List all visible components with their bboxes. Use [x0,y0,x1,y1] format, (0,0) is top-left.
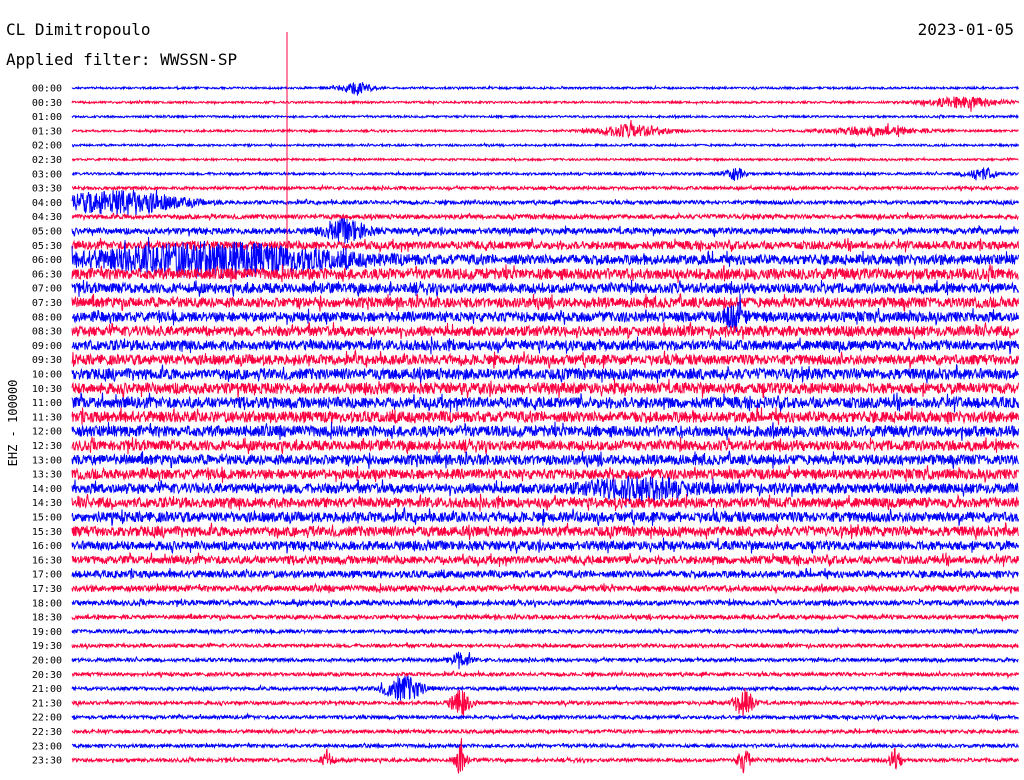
row-label-1000: 10:00 [32,370,62,381]
trace-2330 [71,738,1019,774]
row-label-0330: 03:30 [32,184,62,195]
row-label-1230: 12:30 [32,441,62,452]
trace-1100 [71,391,1019,413]
row-label-0300: 03:00 [32,169,62,180]
trace-2030 [71,669,1019,680]
trace-1900 [71,626,1019,636]
row-label-0030: 00:30 [32,98,62,109]
row-label-1730: 17:30 [32,584,62,595]
trace-1130 [71,406,1019,425]
row-label-2200: 22:00 [32,713,62,724]
row-label-0900: 09:00 [32,341,62,352]
row-label-0600: 06:00 [32,255,62,266]
row-label-0100: 01:00 [32,112,62,123]
trace-0000 [71,81,1019,96]
trace-0900 [71,336,1019,355]
row-label-1930: 19:30 [32,641,62,652]
row-label-1400: 14:00 [32,484,62,495]
row-label-2130: 21:30 [32,698,62,709]
row-label-1900: 19:00 [32,627,62,638]
trace-0030 [71,95,1019,112]
trace-0200 [71,141,1019,149]
trace-1930 [71,641,1019,650]
row-label-1030: 10:30 [32,384,62,395]
row-label-0200: 02:00 [32,141,62,152]
row-label-2230: 22:30 [32,727,62,738]
trace-1530 [71,522,1019,540]
row-label-0000: 00:00 [32,84,62,95]
row-label-0530: 05:30 [32,241,62,252]
trace-0500 [71,218,1019,244]
row-label-0430: 04:30 [32,212,62,223]
trace-0730 [71,292,1019,312]
row-label-0830: 08:30 [32,327,62,338]
helicorder-plot: 00:00 00:30 01:00 01:30 02:00 02:30 03:00 03:30… [32,32,1019,774]
row-label-1100: 11:00 [32,398,62,409]
trace-0130 [71,120,1019,139]
row-label-1530: 15:30 [32,527,62,538]
trace-1300 [71,450,1019,469]
row-label-0930: 09:30 [32,355,62,366]
trace-0300 [71,166,1019,181]
trace-1700 [71,567,1019,580]
trace-0430 [71,211,1019,222]
row-label-1800: 18:00 [32,598,62,609]
trace-2000 [71,651,1019,670]
trace-1430 [71,493,1019,512]
trace-0830 [71,322,1019,340]
row-label-0630: 06:30 [32,269,62,280]
row-label-2030: 20:30 [32,670,62,681]
trace-0930 [71,349,1019,369]
row-label-0130: 01:30 [32,126,62,137]
row-label-1830: 18:30 [32,613,62,624]
row-label-1500: 15:00 [32,513,62,524]
trace-0400 [71,189,1019,216]
trace-2230 [71,727,1019,736]
row-label-2330: 23:30 [32,756,62,767]
trace-1800 [71,597,1019,609]
trace-2100 [71,675,1019,701]
trace-0230 [71,155,1019,163]
trace-1200 [71,421,1019,441]
trace-1730 [71,582,1019,594]
trace-2300 [71,741,1019,750]
row-label-1430: 14:30 [32,498,62,509]
trace-0700 [71,279,1019,297]
row-label-1700: 17:00 [32,570,62,581]
row-label-1600: 16:00 [32,541,62,552]
row-label-0700: 07:00 [32,284,62,295]
row-label-1630: 16:30 [32,555,62,566]
row-label-1130: 11:30 [32,412,62,423]
row-label-1300: 13:00 [32,455,62,466]
row-label-1200: 12:00 [32,427,62,438]
trace-0330 [71,183,1019,193]
trace-1630 [71,551,1019,568]
trace-1230 [71,436,1019,455]
row-label-0400: 04:00 [32,198,62,209]
row-label-2100: 21:00 [32,684,62,695]
row-label-0500: 05:00 [32,227,62,238]
trace-1000 [71,364,1019,384]
row-label-0230: 02:30 [32,155,62,166]
trace-1500 [71,506,1019,527]
row-label-1330: 13:30 [32,470,62,481]
trace-1330 [71,465,1019,483]
trace-1830 [71,613,1019,623]
trace-0100 [71,113,1019,120]
trace-2200 [71,712,1019,722]
trace-2130 [71,688,1019,719]
row-label-0730: 07:30 [32,298,62,309]
trace-1030 [71,378,1019,400]
row-label-0800: 08:00 [32,312,62,323]
row-label-2000: 20:00 [32,656,62,667]
row-label-2300: 23:00 [32,741,62,752]
trace-1600 [71,537,1019,555]
